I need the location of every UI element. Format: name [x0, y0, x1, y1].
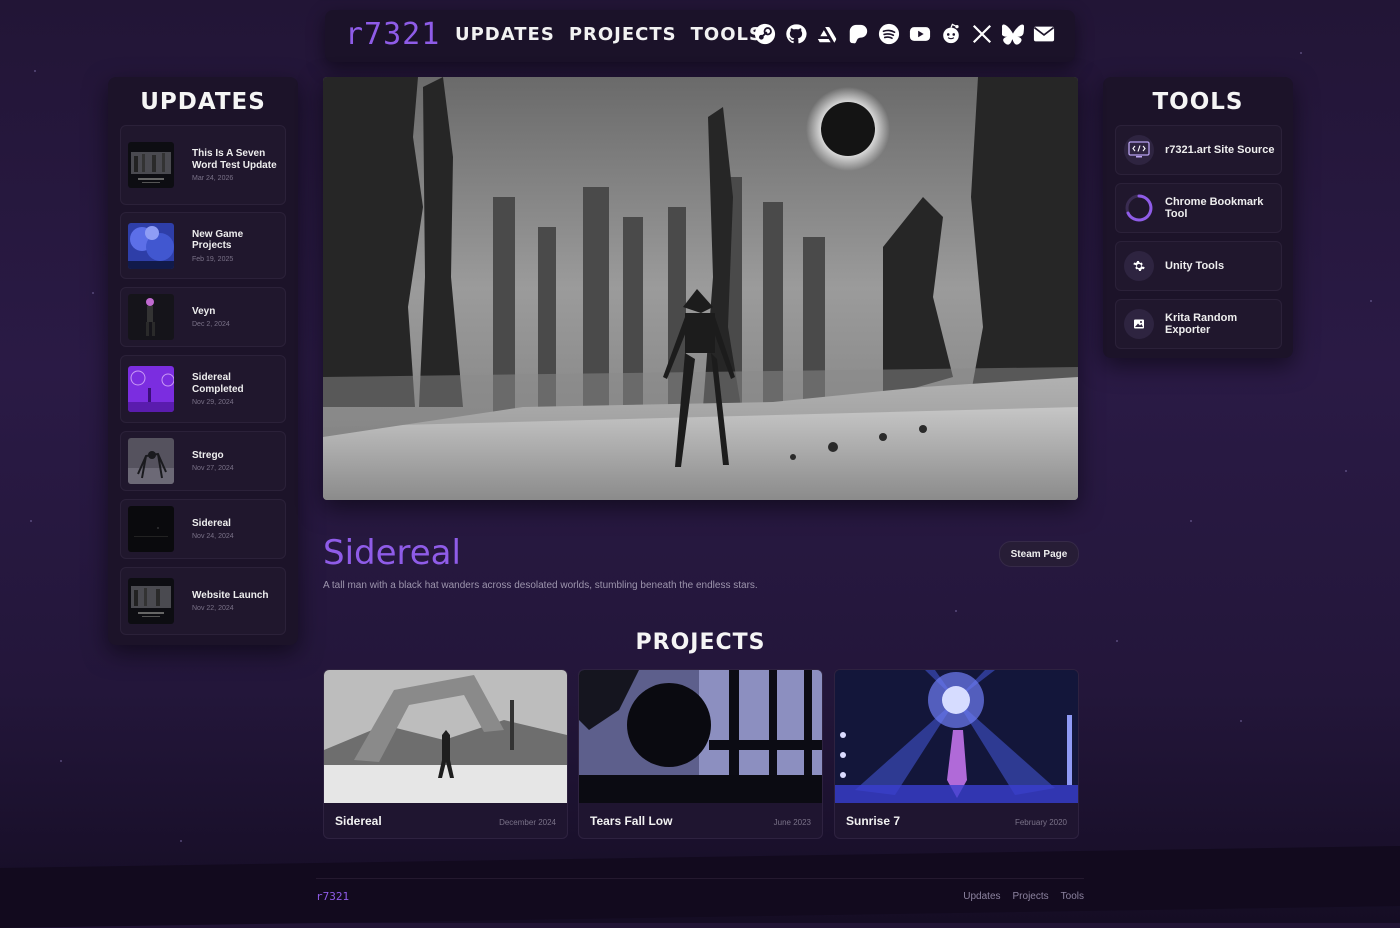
- tool-item-unity-tools[interactable]: Unity Tools: [1115, 241, 1282, 291]
- update-item[interactable]: Website Launch Nov 22, 2024: [120, 567, 286, 635]
- update-title: New Game Projects: [192, 228, 244, 252]
- patreon-icon[interactable]: [846, 22, 869, 45]
- reddit-icon[interactable]: [939, 22, 962, 45]
- tool-item-site-source[interactable]: r7321.art Site Source: [1115, 125, 1282, 175]
- update-thumbnail: [128, 366, 174, 412]
- project-date: June 2023: [773, 818, 811, 827]
- footer-links: Updates Projects Tools: [963, 891, 1084, 902]
- footer-link-updates[interactable]: Updates: [963, 891, 1000, 902]
- tool-item-chrome-bookmark[interactable]: Chrome Bookmark Tool: [1115, 183, 1282, 233]
- tool-label: Chrome Bookmark Tool: [1165, 196, 1264, 220]
- youtube-icon[interactable]: [908, 22, 931, 45]
- project-thumbnail: [835, 670, 1078, 803]
- footer-band: [0, 846, 1400, 928]
- update-item[interactable]: New Game Projects Feb 19, 2025: [120, 212, 286, 279]
- update-date: Nov 24, 2024: [192, 533, 234, 541]
- nav-projects[interactable]: PROJECTS: [569, 24, 677, 45]
- update-title: Sidereal: [192, 517, 231, 529]
- nav-updates[interactable]: UPDATES: [455, 24, 555, 45]
- project-thumbnail: [579, 670, 822, 803]
- steam-icon[interactable]: [753, 22, 776, 45]
- featured-title: Sidereal: [323, 533, 461, 573]
- code-icon: [1124, 135, 1154, 165]
- x-icon[interactable]: [970, 22, 993, 45]
- update-date: Nov 27, 2024: [192, 465, 234, 473]
- project-card[interactable]: Sidereal December 2024: [323, 669, 568, 839]
- steam-page-button[interactable]: Steam Page: [999, 541, 1079, 567]
- gear-icon: [1124, 251, 1154, 281]
- tools-panel: TOOLS r7321.art Site Source Chrome Bookm…: [1103, 77, 1293, 358]
- update-date: Nov 29, 2024: [192, 399, 234, 406]
- update-item[interactable]: Sidereal Nov 24, 2024: [120, 499, 286, 559]
- featured-description: A tall man with a black hat wanders acro…: [323, 580, 758, 591]
- bluesky-icon[interactable]: [1001, 22, 1024, 45]
- project-name: Tears Fall Low: [590, 814, 673, 828]
- update-item[interactable]: Veyn Dec 2, 2024: [120, 287, 286, 347]
- footer-logo[interactable]: r7321: [316, 890, 349, 903]
- artstation-icon[interactable]: [815, 22, 838, 45]
- footer-link-tools[interactable]: Tools: [1061, 891, 1084, 902]
- update-title: Veyn: [192, 305, 216, 317]
- footer-link-projects[interactable]: Projects: [1013, 891, 1049, 902]
- update-thumbnail: [128, 142, 174, 188]
- github-icon[interactable]: [784, 22, 807, 45]
- update-item[interactable]: Sidereal Completed Nov 29, 2024: [120, 355, 286, 423]
- project-name: Sunrise 7: [846, 814, 901, 828]
- updates-title: UPDATES: [140, 89, 266, 115]
- project-date: December 2024: [499, 818, 556, 827]
- featured-game-image: [323, 77, 1078, 500]
- update-date: Mar 24, 2026: [192, 175, 234, 182]
- update-date: Nov 22, 2024: [192, 605, 234, 613]
- footer-divider: [316, 878, 1084, 879]
- spotify-icon[interactable]: [877, 22, 900, 45]
- site-logo[interactable]: r7321: [345, 17, 440, 52]
- update-thumbnail: [128, 438, 174, 484]
- top-navigation: r7321 UPDATES PROJECTS TOOLS: [325, 10, 1075, 62]
- tool-item-krita-exporter[interactable]: Krita Random Exporter: [1115, 299, 1282, 349]
- nav-links: UPDATES PROJECTS TOOLS: [455, 24, 763, 45]
- tools-title: TOOLS: [1152, 89, 1244, 115]
- spinner-icon: [1124, 193, 1154, 223]
- update-thumbnail: [128, 578, 174, 624]
- update-title: This Is A Seven Word Test Update: [192, 148, 277, 171]
- tool-label: Unity Tools: [1165, 260, 1225, 272]
- projects-title: PROJECTS: [635, 630, 766, 655]
- update-thumbnail: [128, 294, 174, 340]
- project-card[interactable]: Tears Fall Low June 2023: [578, 669, 823, 839]
- project-date: February 2020: [1014, 818, 1067, 827]
- update-title: Strego: [192, 449, 224, 461]
- social-links: [753, 22, 1055, 45]
- update-item[interactable]: Strego Nov 27, 2024: [120, 431, 286, 491]
- update-title: Website Launch: [192, 589, 269, 601]
- update-date: Feb 19, 2025: [192, 255, 234, 263]
- update-title: Sidereal Completed: [192, 372, 244, 395]
- update-thumbnail: [128, 506, 174, 552]
- update-thumbnail: [128, 222, 174, 269]
- image-icon: [1124, 309, 1154, 339]
- project-name: Sidereal: [335, 814, 382, 828]
- update-item[interactable]: This Is A Seven Word Test Update Mar 24, …: [120, 125, 286, 205]
- project-card[interactable]: Sunrise 7 February 2020: [834, 669, 1079, 839]
- mail-icon[interactable]: [1032, 22, 1055, 45]
- tool-label: Krita Random Exporter: [1165, 312, 1238, 336]
- project-thumbnail: [324, 670, 567, 803]
- updates-panel: UPDATES This Is A Seven Word Test Update…: [108, 77, 298, 645]
- tool-label: r7321.art Site Source: [1165, 144, 1275, 156]
- update-date: Dec 2, 2024: [192, 321, 230, 329]
